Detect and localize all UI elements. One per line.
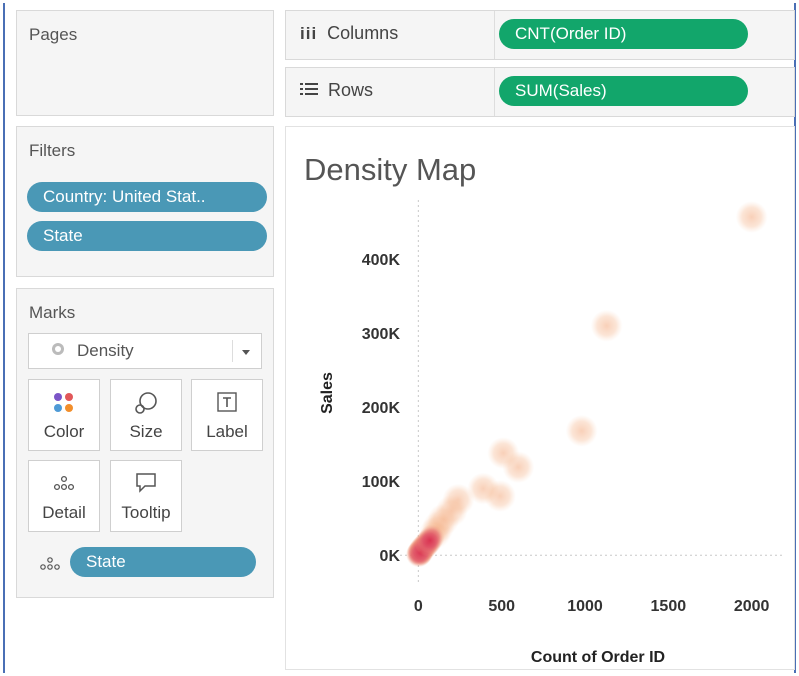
- detail-field-icon: [38, 554, 62, 579]
- density-point: [565, 414, 598, 447]
- filter-pill-state[interactable]: State: [27, 221, 267, 251]
- columns-shelf[interactable]: iii Columns CNT(Order ID): [285, 10, 795, 60]
- text-label-icon: [215, 390, 239, 419]
- density-point: [502, 451, 535, 484]
- pages-title: Pages: [29, 25, 78, 44]
- x-axis-title: Count of Order ID: [531, 649, 665, 666]
- columns-icon: iii: [300, 23, 318, 43]
- rows-pill-sum-sales[interactable]: SUM(Sales): [499, 76, 748, 106]
- density-icon: [51, 341, 65, 361]
- chart-marks: [405, 201, 768, 568]
- mark-type-label: Density: [77, 341, 134, 360]
- rows-label: Rows: [328, 80, 374, 100]
- y-tick-label: 400K: [362, 252, 401, 269]
- density-point: [590, 309, 623, 342]
- y-tick-label: 300K: [362, 326, 401, 343]
- tooltip-label: Tooltip: [121, 503, 171, 522]
- filters-card: Filters Country: United Stat.. State: [16, 126, 274, 277]
- y-tick-label: 100K: [362, 474, 401, 491]
- chevron-down-icon[interactable]: [240, 343, 252, 363]
- label-label: Label: [206, 422, 248, 441]
- x-tick-label: 500: [488, 598, 515, 615]
- filters-title: Filters: [29, 141, 76, 160]
- x-tick-label: 1500: [651, 598, 687, 615]
- rows-shelf[interactable]: Rows SUM(Sales): [285, 67, 795, 117]
- y-axis-title: Sales: [319, 372, 336, 414]
- detail-label: Detail: [42, 503, 86, 522]
- label-button[interactable]: Label: [191, 379, 263, 451]
- size-button[interactable]: Size: [110, 379, 182, 451]
- rows-divider: [494, 68, 495, 116]
- size-icon: [133, 390, 159, 421]
- tooltip-icon: [133, 471, 159, 500]
- columns-label-group: iii Columns: [300, 23, 398, 44]
- detail-icon: [51, 471, 77, 500]
- marks-detail-pill-state[interactable]: State: [70, 547, 256, 577]
- color-icon: [51, 390, 77, 421]
- density-point: [735, 201, 768, 234]
- density-chart[interactable]: 0K 100K 200K 300K 400K 0 500 1000 1500 2000 Sales…: [295, 190, 790, 668]
- pages-card: Pages: [16, 10, 274, 116]
- columns-divider: [494, 11, 495, 59]
- filter-pill-country[interactable]: Country: United Stat..: [27, 182, 267, 212]
- y-tick-label: 200K: [362, 400, 401, 417]
- tooltip-button[interactable]: Tooltip: [110, 460, 182, 532]
- chart-title: Density Map: [304, 152, 477, 187]
- size-label: Size: [129, 422, 163, 441]
- color-button[interactable]: Color: [28, 379, 100, 451]
- density-point: [417, 527, 443, 554]
- color-label: Color: [43, 422, 85, 441]
- x-tick-label: 2000: [734, 598, 770, 615]
- detail-button[interactable]: Detail: [28, 460, 100, 532]
- marks-title: Marks: [29, 303, 76, 322]
- rows-icon: [300, 80, 318, 101]
- y-tick-label: 0K: [380, 548, 401, 565]
- dropdown-separator: [232, 340, 233, 362]
- columns-pill-cnt-order-id[interactable]: CNT(Order ID): [499, 19, 748, 49]
- columns-label: Columns: [327, 23, 399, 43]
- x-tick-label: 0: [414, 598, 423, 615]
- mark-type-dropdown[interactable]: Density: [28, 333, 262, 369]
- rows-label-group: Rows: [300, 80, 373, 101]
- x-tick-label: 1000: [567, 598, 603, 615]
- density-point: [484, 480, 516, 512]
